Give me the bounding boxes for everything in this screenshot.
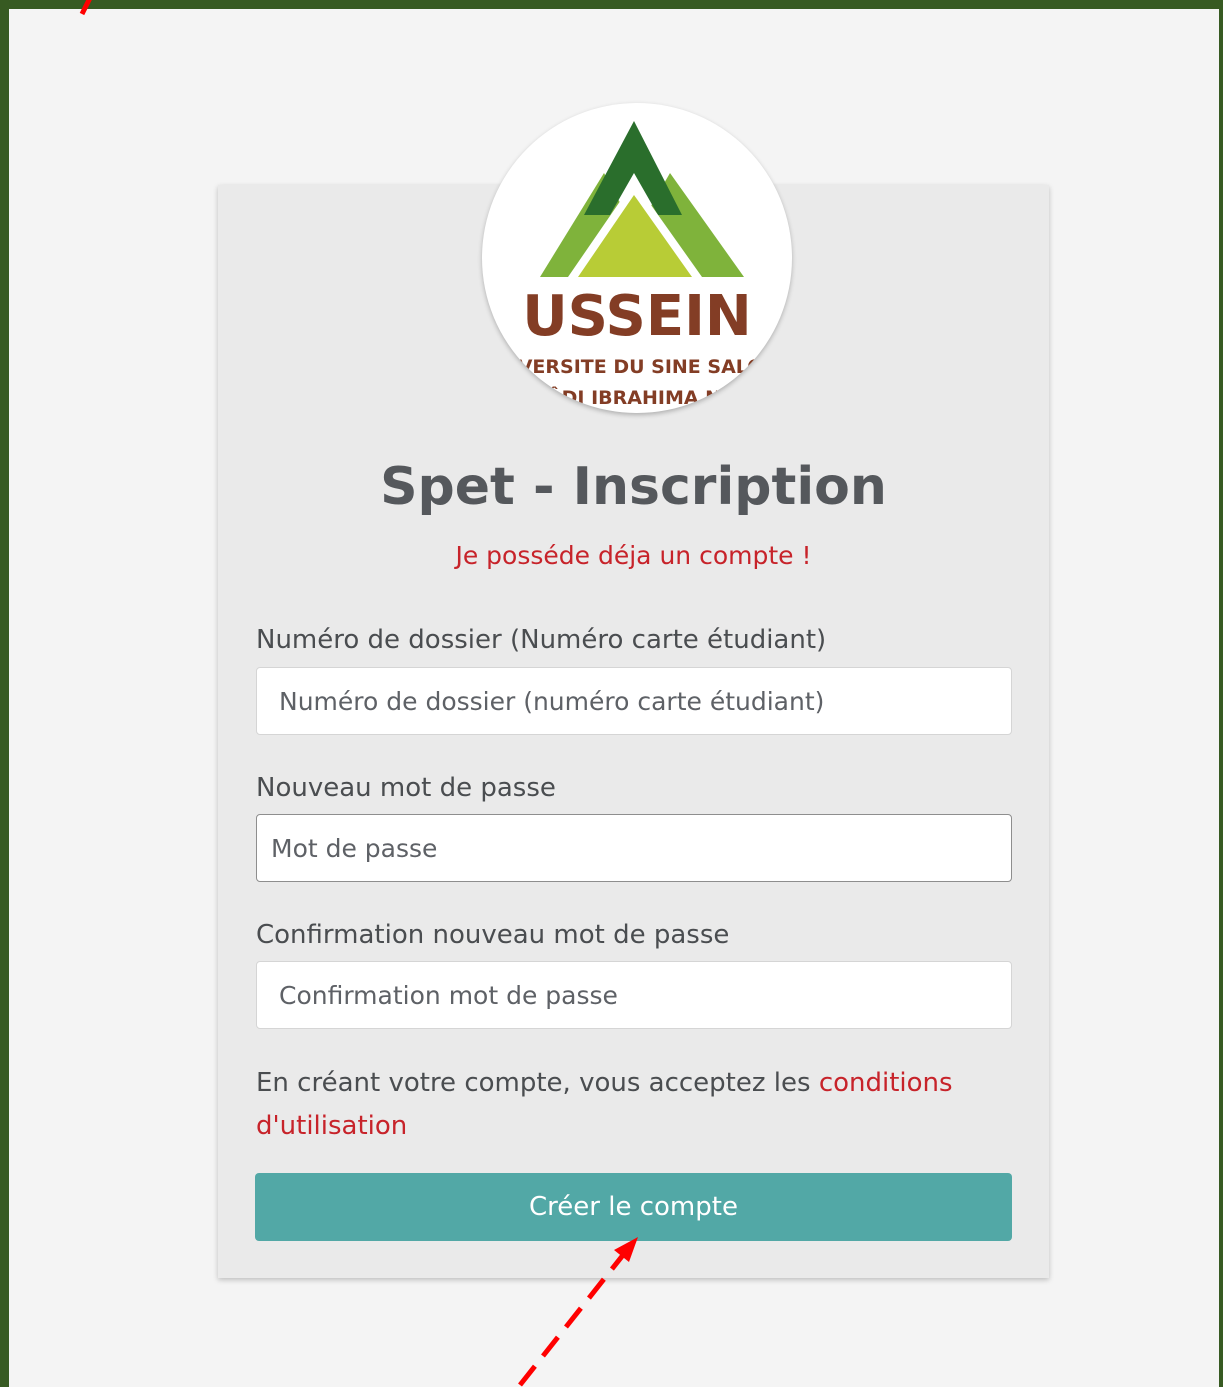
login-link[interactable]: Je posséde déja un compte ! [218, 538, 1049, 574]
dossier-label: Numéro de dossier (Numéro carte étudiant… [256, 625, 827, 655]
terms-notice: En créant votre compte, vous acceptez le… [256, 1062, 976, 1148]
page-title: Spet - Inscription [380, 457, 887, 517]
confirm-password-input[interactable] [256, 961, 1012, 1029]
mountain-logo-icon: USSEIN IVERSITE DU SINE SALO ÂDJ IBRAHIM… [511, 121, 764, 409]
logo-wordmark: USSEIN [522, 284, 752, 349]
password-label: Nouveau mot de passe [256, 773, 556, 803]
terms-text: En créant votre compte, vous acceptez le… [256, 1068, 819, 1098]
university-logo: USSEIN IVERSITE DU SINE SALO ÂDJ IBRAHIM… [482, 103, 792, 413]
create-account-button[interactable]: Créer le compte [255, 1173, 1012, 1241]
logo-line-1: IVERSITE DU SINE SALO [511, 356, 764, 378]
logo-line-2: ÂDJ IBRAHIMA N [547, 386, 721, 409]
dossier-input[interactable] [256, 667, 1012, 735]
confirm-password-label: Confirmation nouveau mot de passe [256, 920, 730, 950]
password-input[interactable] [256, 814, 1012, 882]
